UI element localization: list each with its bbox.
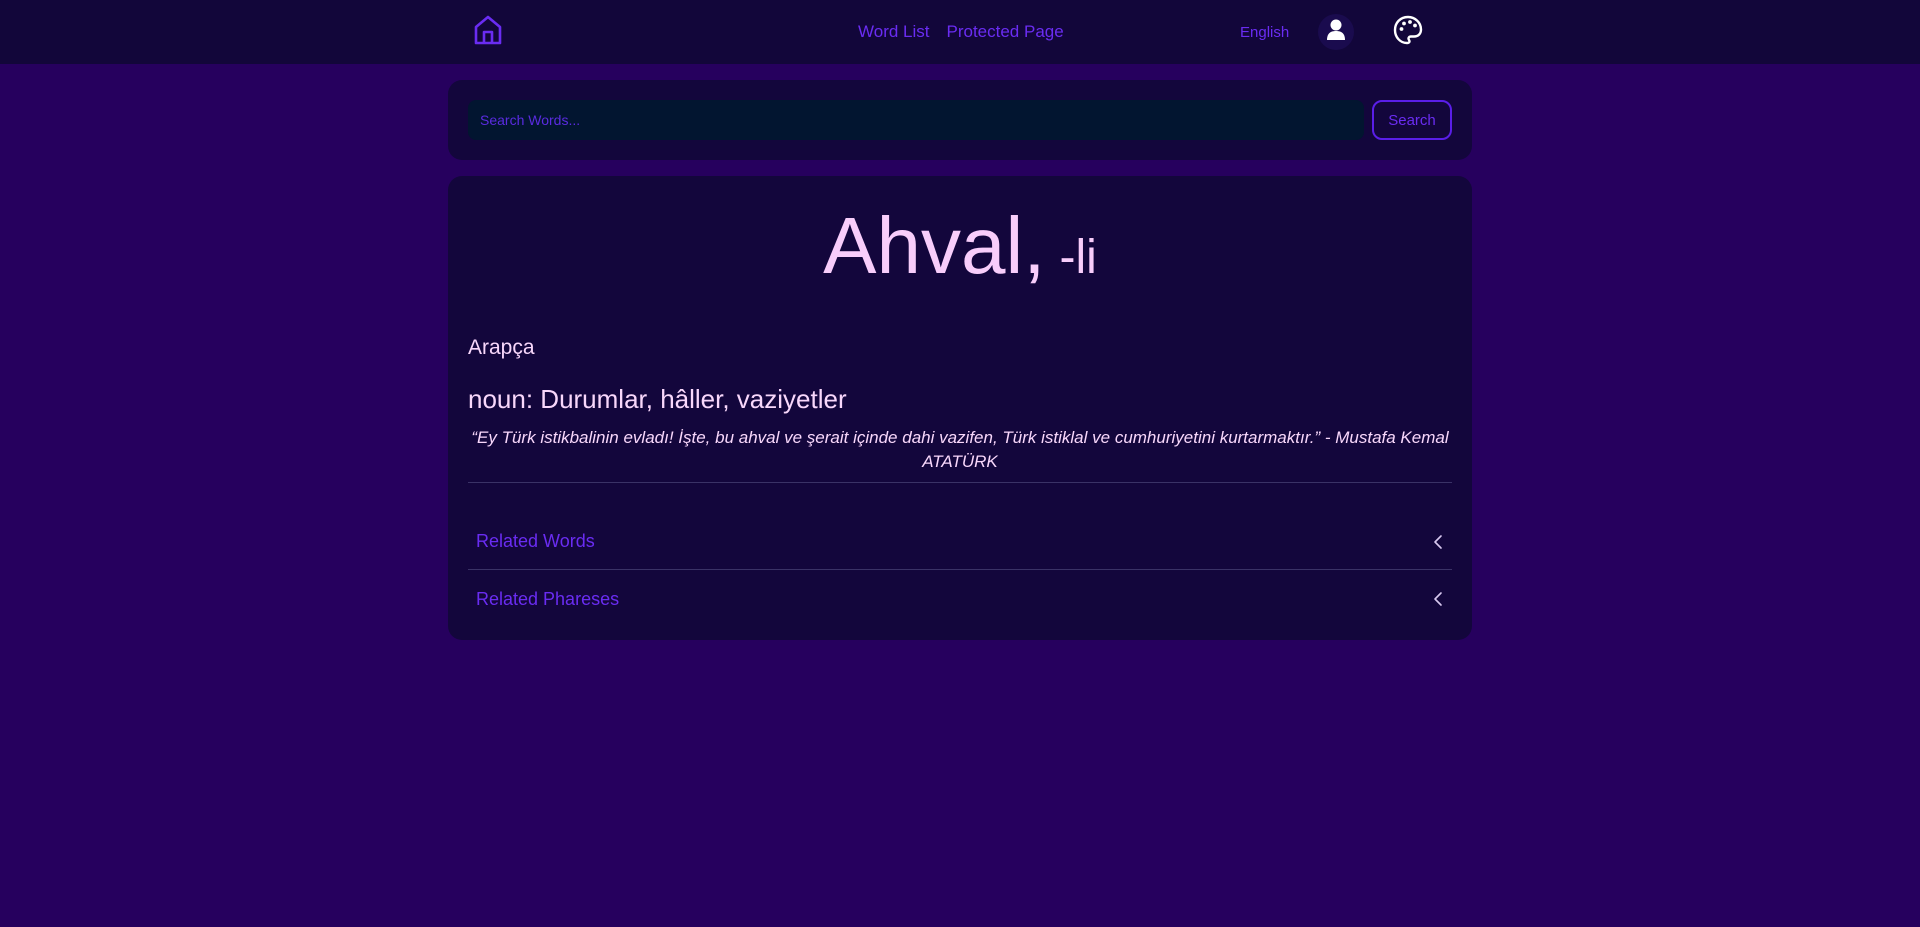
- accordion-label: Related Words: [476, 531, 595, 551]
- word-origin: Arapça: [468, 336, 535, 359]
- search-card: Search: [448, 80, 1472, 160]
- palette-icon: [1392, 14, 1424, 51]
- search-input[interactable]: [468, 100, 1364, 140]
- related-phrases-accordion[interactable]: Related Phareses: [468, 571, 1452, 627]
- user-avatar-button[interactable]: [1318, 14, 1354, 50]
- home-button[interactable]: [470, 14, 506, 50]
- chevron-left-icon: [1432, 591, 1444, 607]
- user-icon: [1326, 18, 1346, 47]
- word-suffix: -li: [1059, 231, 1097, 284]
- nav-links: Word List Protected Page: [858, 0, 1064, 64]
- nav-link-protected-page[interactable]: Protected Page: [947, 22, 1064, 42]
- nav-link-word-list[interactable]: Word List: [858, 22, 930, 42]
- chevron-left-icon: [1432, 534, 1444, 550]
- word-heading: Ahval, -li: [448, 200, 1472, 292]
- home-icon: [473, 14, 503, 51]
- language-selector[interactable]: English: [1240, 0, 1289, 64]
- word-definition: noun: Durumlar, hâller, vaziyetler: [468, 384, 847, 414]
- navbar: Word List Protected Page English: [0, 0, 1920, 64]
- theme-button[interactable]: [1390, 14, 1426, 50]
- related-words-accordion[interactable]: Related Words: [468, 514, 1452, 570]
- example-quote: “Ey Türk istikbalinin evladı! İşte, bu a…: [471, 428, 1449, 471]
- word-title: Ahval,: [823, 201, 1046, 290]
- search-button[interactable]: Search: [1372, 100, 1452, 140]
- accordion-label: Related Phareses: [476, 588, 620, 609]
- divider: [468, 482, 1452, 483]
- word-card: Ahval, -li Arapça noun: Durumlar, hâller,…: [448, 176, 1472, 640]
